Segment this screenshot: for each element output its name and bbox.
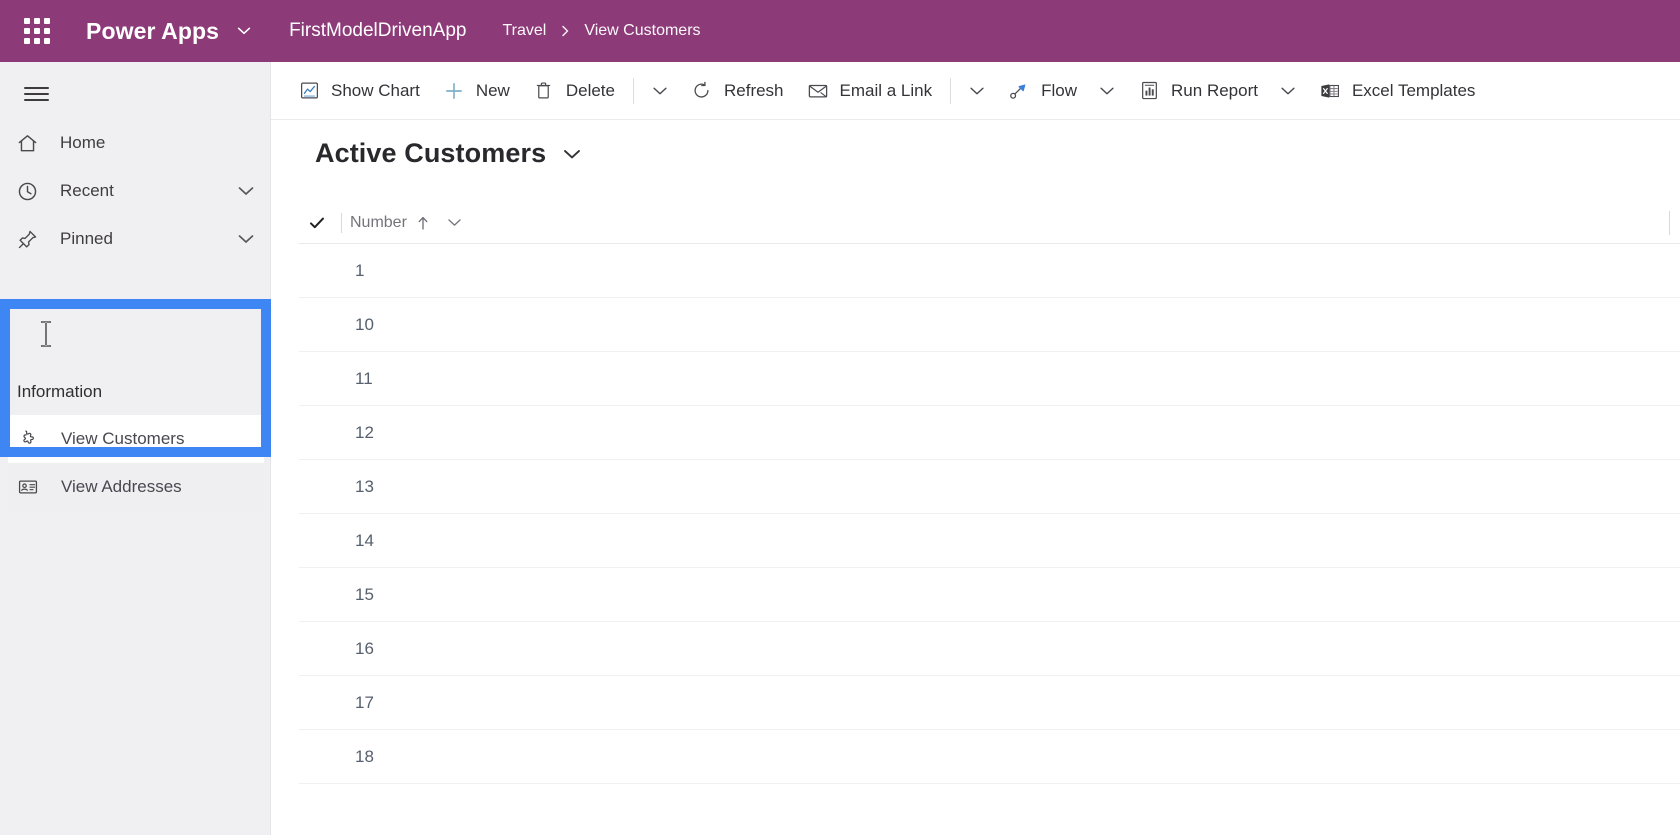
command-label: Excel Templates [1351,80,1476,100]
chevron-down-icon[interactable] [561,143,583,165]
header-divider [341,212,342,233]
table-row[interactable]: 16 [299,622,1680,676]
cell-number[interactable]: 13 [355,477,374,497]
show-chart-button[interactable]: Show Chart [286,70,431,112]
sidebar-item-view-customers[interactable]: View Customers [8,415,264,463]
breadcrumb: Travel View Customers [502,22,700,40]
email-overflow-chevron-down-icon[interactable] [958,70,996,112]
email-link-icon [806,79,830,103]
breadcrumb-item-view-customers[interactable]: View Customers [584,22,700,40]
excel-icon [1318,79,1342,103]
cell-number[interactable]: 17 [355,693,374,713]
sidebar-item-pinned[interactable]: Pinned [0,215,271,263]
sidebar-item-label: View Addresses [61,477,182,496]
page-title: Active Customers [315,138,547,168]
command-label: Flow [1041,80,1078,100]
toolbar-divider [950,77,952,104]
arrow-up-icon [416,215,430,231]
app-name-label[interactable]: FirstModelDrivenApp [289,20,466,42]
entity-puzzle-icon [17,428,47,450]
table-row[interactable]: 12 [299,406,1680,460]
left-sidebar: Home Recent Pinned Information View Cust… [0,62,271,835]
power-apps-window: Power Apps FirstModelDrivenApp Travel Vi… [0,0,1680,835]
command-label: Email a Link [839,80,933,100]
report-icon [1137,79,1161,103]
sidebar-item-label: View Customers [61,429,185,448]
sidebar-nav-list: Home Recent Pinned [0,119,271,263]
run-report-chevron-down-icon[interactable] [1269,70,1307,112]
table-row[interactable]: 11 [299,352,1680,406]
sidebar-item-home[interactable]: Home [0,119,271,167]
table-row[interactable]: 10 [299,298,1680,352]
cell-number[interactable]: 11 [355,369,373,389]
cell-number[interactable]: 15 [355,585,374,605]
table-row[interactable]: 14 [299,514,1680,568]
trash-icon [532,79,556,103]
app-launcher-waffle-icon[interactable] [14,8,60,54]
column-header-number[interactable]: Number [350,213,464,232]
brand-chevron-down-icon[interactable] [235,22,253,40]
refresh-button[interactable]: Refresh [679,70,795,112]
sidebar-item-recent[interactable]: Recent [0,167,271,215]
top-navigation-bar: Power Apps FirstModelDrivenApp Travel Vi… [0,0,1680,62]
column-resize-handle[interactable] [1669,211,1670,235]
breadcrumb-item-travel[interactable]: Travel [502,22,546,40]
grid-rows: 1 10 11 12 13 14 15 16 17 18 [299,244,1680,784]
table-row[interactable]: 15 [299,568,1680,622]
grid-view-area: Active Customers Number 1 10 11 12 13 14… [271,120,1680,835]
table-row[interactable]: 1 [299,244,1680,298]
cell-number[interactable]: 10 [355,315,374,335]
email-a-link-button[interactable]: Email a Link [795,70,944,112]
flow-icon [1007,79,1031,103]
clock-icon [16,180,46,203]
run-report-button[interactable]: Run Report [1126,70,1269,112]
home-icon [16,132,46,155]
chart-icon [297,79,321,103]
sidebar-item-label: Pinned [60,229,113,248]
flow-chevron-down-icon[interactable] [1088,70,1126,112]
chevron-right-icon [558,24,572,38]
command-bar: Show Chart New Delete Refresh Email a Li… [271,62,1680,120]
column-menu-chevron-down-icon[interactable] [445,213,464,232]
sidebar-item-label: Recent [60,181,114,200]
select-all-checkmark-icon[interactable] [301,214,333,232]
delete-button[interactable]: Delete [521,70,626,112]
sidebar-item-label: Home [60,133,106,152]
command-label: New [475,80,510,100]
cell-number[interactable]: 12 [355,423,374,443]
pin-icon [16,228,46,251]
chevron-down-icon[interactable] [235,180,257,202]
hamburger-menu-icon[interactable] [14,72,58,116]
cell-number[interactable]: 18 [355,747,374,767]
grid-column-header-row: Number [299,202,1680,244]
cell-number[interactable]: 1 [355,261,364,281]
table-row[interactable]: 18 [299,730,1680,784]
toolbar-divider [632,77,634,104]
cell-number[interactable]: 14 [355,531,374,551]
brand-title: Power Apps [86,17,220,44]
id-card-icon [17,476,47,498]
chevron-down-icon[interactable] [235,228,257,250]
command-label: Run Report [1171,80,1258,100]
command-label: Refresh [723,80,784,100]
command-label: Show Chart [331,80,420,100]
table-row[interactable]: 17 [299,676,1680,730]
sidebar-group-title: Information [8,369,264,415]
column-header-label: Number [350,213,407,231]
view-selector[interactable]: Active Customers [315,138,583,169]
cell-number[interactable]: 16 [355,639,374,659]
table-row[interactable]: 13 [299,460,1680,514]
delete-overflow-chevron-down-icon[interactable] [641,70,679,112]
command-label: Delete [565,80,615,100]
flow-button[interactable]: Flow [996,70,1088,112]
new-button[interactable]: New [431,70,521,112]
plus-icon [442,79,466,103]
excel-templates-button[interactable]: Excel Templates [1307,70,1486,112]
sidebar-group-information: Information View Customers View Addresse… [8,369,264,511]
refresh-icon [690,79,714,103]
sidebar-item-view-addresses[interactable]: View Addresses [8,463,264,511]
